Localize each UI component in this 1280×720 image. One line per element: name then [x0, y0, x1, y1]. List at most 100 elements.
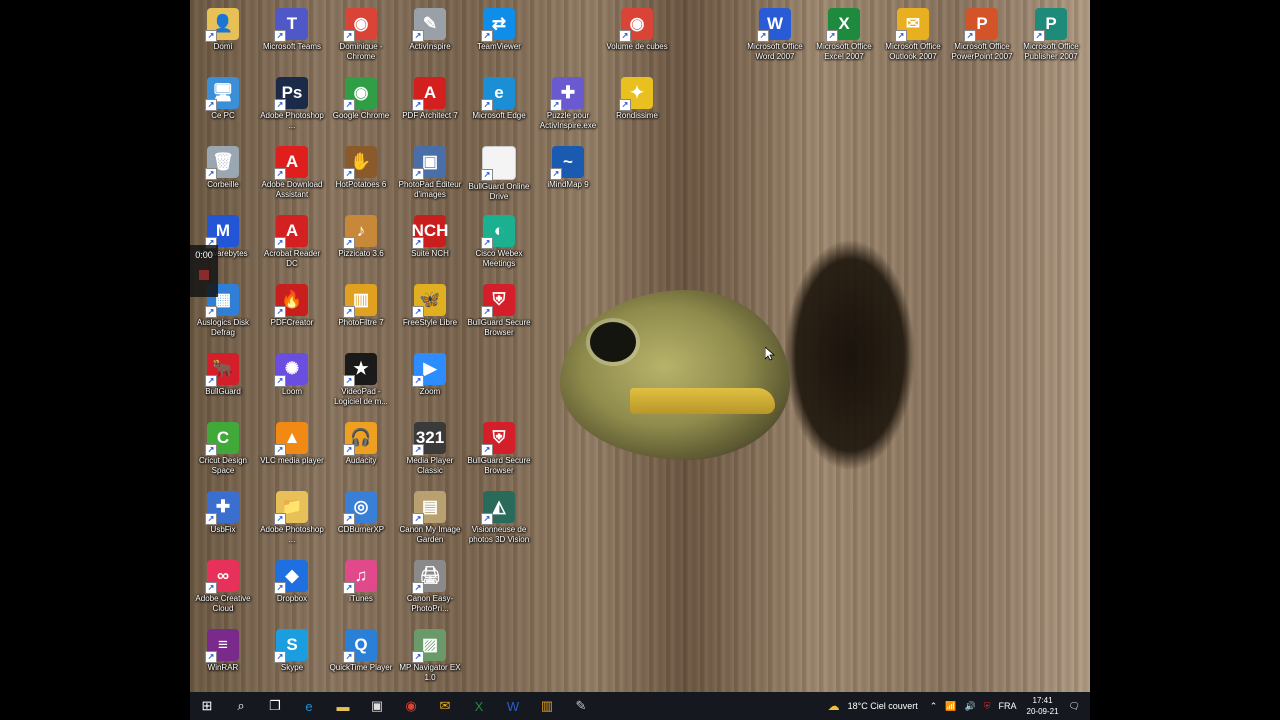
shortcut-arrow-icon: ↗ — [481, 169, 493, 181]
desktop-icon[interactable]: 🎧 ↗ Audacity — [328, 416, 394, 482]
excel-taskbar-button[interactable]: X — [462, 692, 496, 720]
mail-icon: ✉ — [439, 698, 451, 713]
desktop-icon[interactable]: 👤 ↗ Domi — [190, 2, 256, 68]
shortcut-arrow-icon: ↗ — [205, 513, 217, 525]
desktop-icon[interactable]: 321 ↗ Media Player Classic — [397, 416, 463, 482]
desktop-icon[interactable]: ◎ ↗ CDBurnerXP — [328, 485, 394, 551]
desktop-icon[interactable]: 🗑 ↗ Corbeille — [190, 140, 256, 206]
desktop-icon-label: Adobe Photoshop ... — [260, 111, 324, 130]
desktop-icon[interactable]: ▥ ↗ PhotoFiltre 7 — [328, 278, 394, 344]
desktop-icon[interactable]: ▲ ↗ VLC media player — [259, 416, 325, 482]
desktop-icon[interactable]: ⛨ ↗ BullGuard Secure Browser — [466, 278, 532, 344]
desktop-icon[interactable]: ▣ ↗ PhotoPad Éditeur d'images — [397, 140, 463, 206]
desktop-icon[interactable]: ★ ↗ VideoPad - Logiciel de m... — [328, 347, 394, 413]
desktop-icon[interactable]: ▤ ↗ Canon My Image Garden — [397, 485, 463, 551]
desktop-icon[interactable]: ♫ ↗ iTunes — [328, 554, 394, 620]
desktop-icon[interactable]: ✉ ↗ Microsoft Office Outlook 2007 — [880, 2, 946, 68]
desktop-icon-label: UsbFix — [210, 525, 236, 534]
desktop-icon[interactable]: ✚ ↗ Puzzle pour ActivInspire.exe — [535, 71, 601, 137]
desktop-icon[interactable]: P ↗ Microsoft Office Publisher 2007 — [1018, 2, 1084, 68]
desktop-icon[interactable]: ✦ ↗ Rondissime — [604, 71, 670, 137]
shortcut-arrow-icon: ↗ — [343, 237, 355, 249]
word-taskbar-button[interactable]: W — [496, 692, 530, 720]
mail-taskbar-button[interactable]: ✉ — [428, 692, 462, 720]
recorder-widget[interactable]: 0:00 — [190, 245, 218, 297]
store-button[interactable]: ▣ — [360, 692, 394, 720]
desktop-icon[interactable]: ✺ ↗ Loom — [259, 347, 325, 413]
desktop-icon[interactable]: ◉ ↗ Volume de cubes — [604, 2, 670, 68]
desktop-icon[interactable]: 🔥 ↗ PDFCreator — [259, 278, 325, 344]
skype-icon: S ↗ — [274, 629, 308, 663]
desktop[interactable]: 👤 ↗ Domi 🖥 ↗ Ce PC 🗑 ↗ Corbeille M ↗ Malwarebytes ▦ ↗… — [190, 0, 1090, 720]
desktop-icon[interactable]: A ↗ Adobe Download Assistant — [259, 140, 325, 206]
desktop-icon[interactable]: S ↗ Skype — [259, 623, 325, 689]
desktop-icon[interactable]: ∞ ↗ Adobe Creative Cloud — [190, 554, 256, 620]
desktop-icon-label: Pizzicato 3.6 — [338, 249, 384, 258]
search-button[interactable]: ⌕ — [224, 692, 258, 720]
edge-taskbar-button[interactable]: e — [292, 692, 326, 720]
desktop-icon[interactable]: 🖨 ↗ Canon Easy-PhotoPri... — [397, 554, 463, 620]
desktop-icon[interactable]: ✋ ↗ HotPotatoes 6 — [328, 140, 394, 206]
task-view-button[interactable]: ❐ — [258, 692, 292, 720]
desktop-icon[interactable]: ▨ ↗ MP Navigator EX 1.0 — [397, 623, 463, 689]
file-explorer-button[interactable]: ▬ — [326, 692, 360, 720]
desktop-icon[interactable]: ↗ BullGuard Online Drive — [466, 140, 532, 206]
desktop-icon-label: Auslogics Disk Defrag — [196, 318, 249, 337]
desktop-icon[interactable]: ▶ ↗ Zoom — [397, 347, 463, 413]
desktop-icon-label: Media Player Classic — [406, 456, 454, 475]
desktop-icon[interactable]: NCH ↗ Suite NCH — [397, 209, 463, 275]
desktop-icon[interactable]: ⇄ ↗ TeamViewer — [466, 2, 532, 68]
desktop-icon[interactable]: X ↗ Microsoft Office Excel 2007 — [811, 2, 877, 68]
desktop-icon[interactable]: 🖥 ↗ Ce PC — [190, 71, 256, 137]
desktop-icon[interactable]: ◆ ↗ Dropbox — [259, 554, 325, 620]
photofiltre-taskbar-button[interactable]: ▥ — [530, 692, 564, 720]
desktop-icon[interactable]: ◉ ↗ Dominique - Chrome — [328, 2, 394, 68]
desktop-icon[interactable]: ◉ ↗ Google Chrome — [328, 71, 394, 137]
desktop-icon[interactable]: ✚ ↗ UsbFix — [190, 485, 256, 551]
bullguard-tray-icon[interactable]: ⛨ — [984, 701, 991, 712]
excel-icon: X ↗ — [826, 8, 860, 42]
clock[interactable]: 17:41 20-09-21 — [1027, 695, 1059, 717]
shortcut-arrow-icon: ↗ — [412, 237, 424, 249]
desktop-icon[interactable]: Ps ↗ Adobe Photoshop ... — [259, 71, 325, 137]
store-icon: ▣ — [370, 698, 384, 713]
desktop-icon[interactable]: C ↗ Cricut Design Space — [190, 416, 256, 482]
weather-icon[interactable]: ☁ — [828, 699, 840, 713]
imindmap-icon: ~ ↗ — [550, 146, 584, 180]
chevron-up-icon[interactable]: ⌃ — [930, 701, 938, 712]
user-folder-icon: 👤 ↗ — [205, 8, 239, 42]
desktop-icon[interactable]: 🦋 ↗ FreeStyle Libre — [397, 278, 463, 344]
weather-text[interactable]: 18°C Ciel couvert — [848, 701, 918, 711]
desktop-icon[interactable]: ♪ ↗ Pizzicato 3.6 — [328, 209, 394, 275]
desktop-icon[interactable]: A ↗ Acrobat Reader DC — [259, 209, 325, 275]
network-icon[interactable]: 📶 — [945, 701, 956, 712]
language-indicator[interactable]: FRA — [999, 701, 1017, 711]
desktop-icon[interactable]: A ↗ PDF Architect 7 — [397, 71, 463, 137]
desktop-icon[interactable]: Q ↗ QuickTime Player — [328, 623, 394, 689]
notification-icon[interactable]: 🗨 — [1069, 701, 1080, 712]
stop-icon[interactable] — [199, 270, 209, 280]
shortcut-arrow-icon: ↗ — [205, 168, 217, 180]
desktop-icon-label: Canon My Image Garden — [399, 525, 461, 544]
desktop-icon[interactable]: ~ ↗ iMindMap 9 — [535, 140, 601, 206]
desktop-icon[interactable]: T ↗ Microsoft Teams — [259, 2, 325, 68]
desktop-icon[interactable]: W ↗ Microsoft Office Word 2007 — [742, 2, 808, 68]
desktop-icon[interactable]: 📁 ↗ Adobe Photoshop ... — [259, 485, 325, 551]
desktop-icon[interactable]: ≡ ↗ WinRAR — [190, 623, 256, 689]
desktop-icon-label: PhotoFiltre 7 — [338, 318, 384, 327]
desktop-icon[interactable]: ✎ ↗ ActivInspire — [397, 2, 463, 68]
shortcut-arrow-icon: ↗ — [205, 30, 217, 42]
shortcut-arrow-icon: ↗ — [205, 306, 217, 318]
desktop-icon[interactable]: ◐ ↗ Cisco Webex Meetings — [466, 209, 532, 275]
chrome-taskbar-button[interactable]: ◉ — [394, 692, 428, 720]
desktop-icon[interactable]: ◭ ↗ Visionneuse de photos 3D Vision — [466, 485, 532, 551]
desktop-icon[interactable]: P ↗ Microsoft Office PowerPoint 2007 — [949, 2, 1015, 68]
mouse-cursor-icon — [765, 347, 775, 361]
activinspire-taskbar-button[interactable]: ✎ — [564, 692, 598, 720]
volume-icon[interactable]: 🔊 — [965, 701, 976, 712]
desktop-icon[interactable]: 🐂 ↗ BullGuard — [190, 347, 256, 413]
chrome-icon: ◉ — [405, 698, 417, 713]
desktop-icon[interactable]: e ↗ Microsoft Edge — [466, 71, 532, 137]
start-button[interactable]: ⊞ — [190, 692, 224, 720]
desktop-icon[interactable]: ⛨ ↗ BullGuard Secure Browser — [466, 416, 532, 482]
